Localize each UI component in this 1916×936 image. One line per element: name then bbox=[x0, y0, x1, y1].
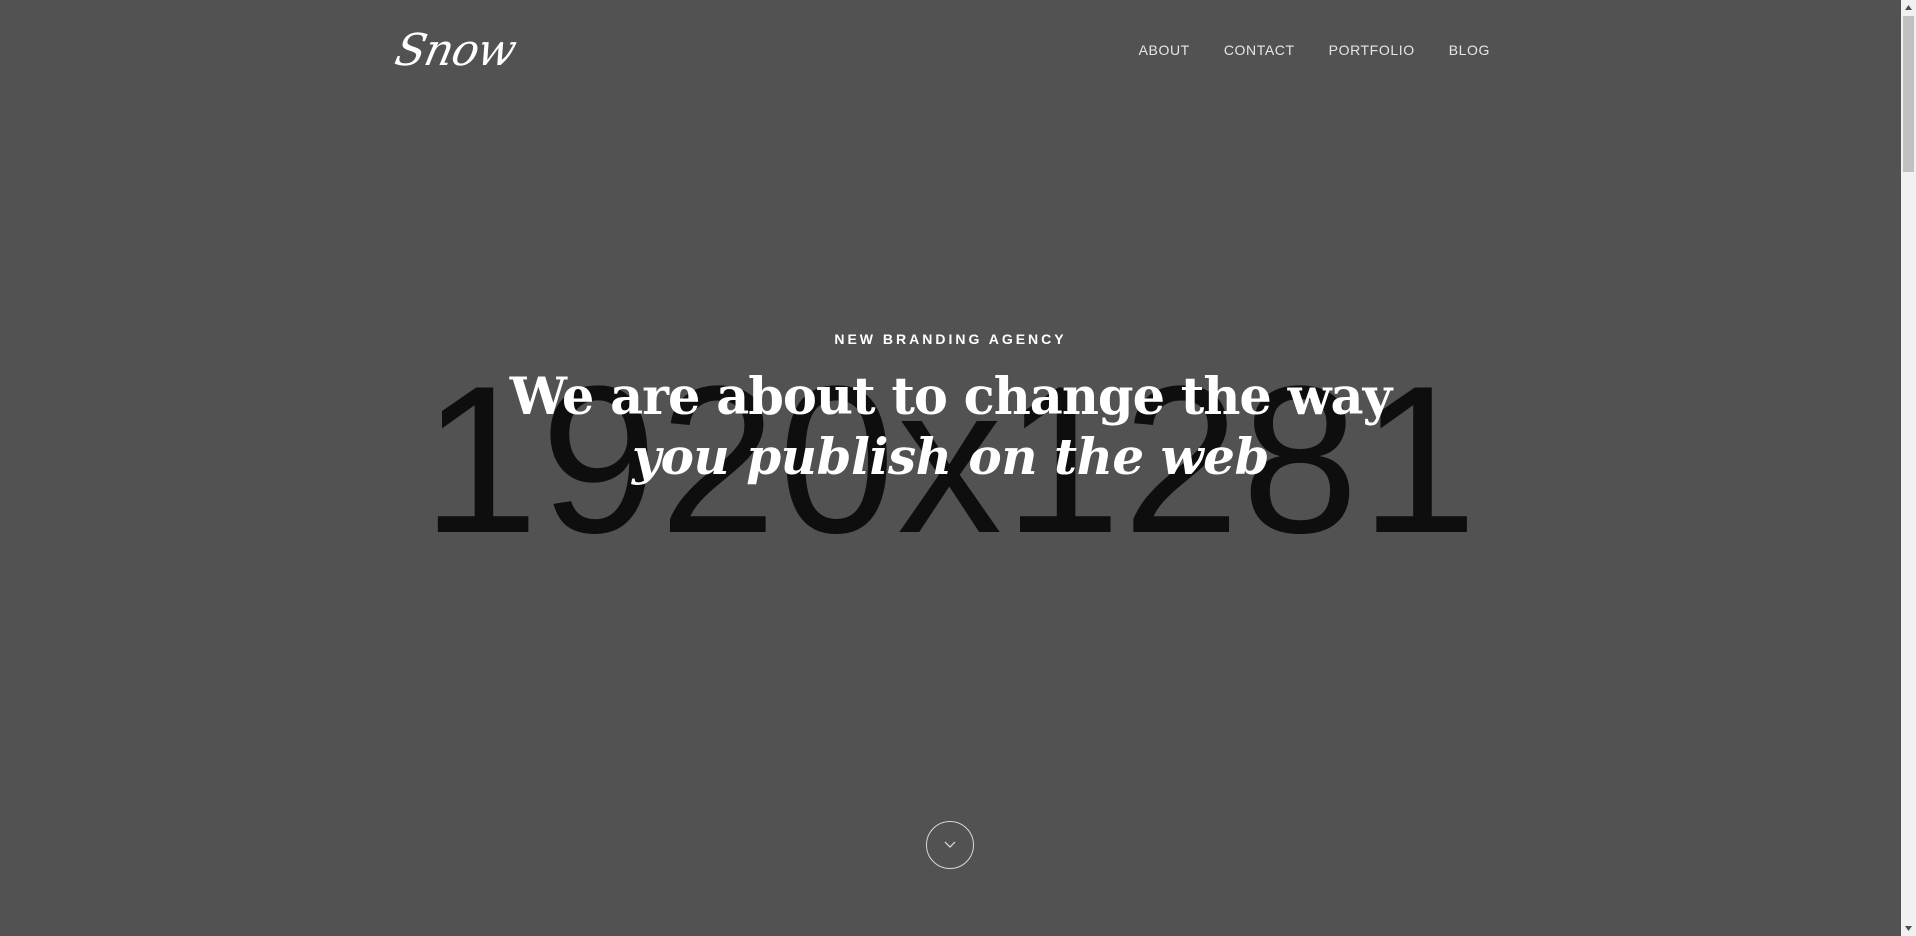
scrollbar[interactable] bbox=[1901, 0, 1916, 936]
nav-item-portfolio[interactable]: PORTFOLIO bbox=[1329, 39, 1415, 61]
chevron-down-icon bbox=[944, 841, 956, 848]
scroll-down-arrow-icon[interactable] bbox=[1901, 921, 1916, 936]
hero-headline: We are about to change the way you publi… bbox=[0, 367, 1901, 487]
hero-section: 1920x1281 Snow ABOUT CONTACT PORTFOLIO B… bbox=[0, 0, 1901, 936]
hero-eyebrow: NEW BRANDING AGENCY bbox=[834, 331, 1067, 347]
scroll-up-arrow-icon[interactable] bbox=[1901, 0, 1916, 15]
nav-item-about[interactable]: ABOUT bbox=[1139, 39, 1190, 61]
main-nav: ABOUT CONTACT PORTFOLIO BLOG bbox=[1139, 39, 1490, 61]
logo[interactable]: Snow bbox=[390, 24, 520, 78]
hero-headline-line2: you publish on the web bbox=[632, 427, 1269, 486]
scroll-down-button[interactable] bbox=[926, 821, 974, 869]
nav-item-blog[interactable]: BLOG bbox=[1449, 39, 1490, 61]
hero-headline-line1: We are about to change the way bbox=[509, 367, 1392, 427]
nav-item-contact[interactable]: CONTACT bbox=[1224, 39, 1295, 61]
scrollbar-thumb[interactable] bbox=[1903, 16, 1914, 172]
